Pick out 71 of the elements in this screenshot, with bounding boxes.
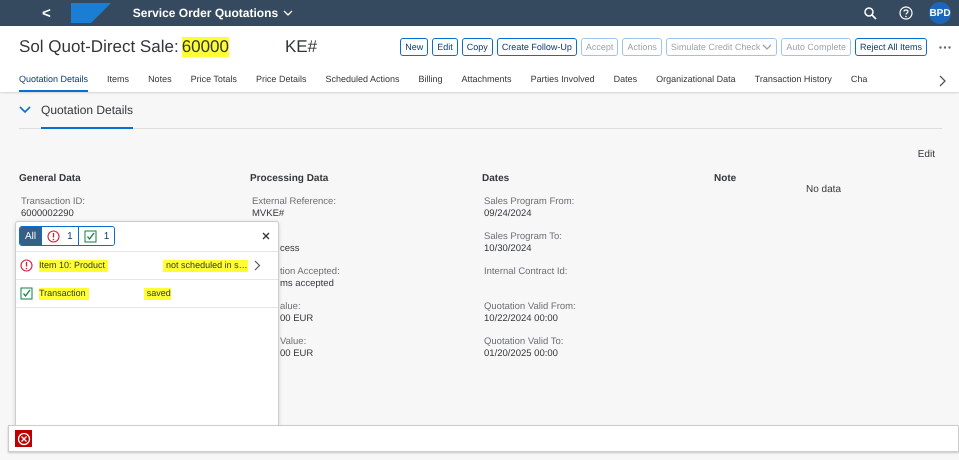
error-icon: [47, 230, 60, 242]
field-label: Value:: [280, 336, 308, 348]
field-value: 00 EUR: [280, 348, 314, 360]
field-value: 01/20/2025 00:00: [484, 348, 559, 360]
field-label: Quotation Valid To:: [484, 336, 564, 348]
no-data-text: No data: [805, 184, 842, 195]
tab[interactable]: Billing: [418, 68, 443, 92]
tab[interactable]: Quotation Details: [19, 68, 88, 92]
field-value: 10/30/2024: [484, 243, 533, 255]
field-label: alue:: [280, 301, 302, 313]
field-value: 09/24/2024: [484, 208, 533, 220]
toolbar-button[interactable]: Copy: [462, 38, 493, 56]
tab[interactable]: Dates: [614, 68, 638, 92]
transaction-id: 60000: [182, 37, 229, 57]
field-label: Sales Program From:: [484, 196, 576, 208]
field-label: Internal Contract Id:: [484, 266, 568, 278]
tab[interactable]: Parties Involved: [530, 68, 595, 92]
tab[interactable]: Notes: [148, 68, 172, 92]
edit-link[interactable]: Edit: [918, 149, 935, 161]
search-icon[interactable]: [864, 6, 877, 20]
field-label: Quotation Valid From:: [484, 301, 577, 313]
tab[interactable]: Organizational Data: [656, 68, 736, 92]
close-icon[interactable]: [262, 232, 270, 240]
message-text: not scheduled in s…: [166, 260, 248, 272]
field-label: External Reference:: [252, 196, 337, 208]
chevron-right-icon[interactable]: [939, 75, 947, 87]
message-text: saved: [146, 288, 171, 300]
more-icon[interactable]: [939, 46, 951, 48]
message-text: Transaction: [39, 288, 86, 300]
success-icon: [20, 287, 33, 300]
field-label: Sales Program To:: [484, 231, 563, 243]
column-heading: Note: [714, 173, 738, 184]
field-value: 00 EUR: [280, 313, 314, 325]
field-label: tion Accepted:: [280, 266, 341, 278]
toolbar-button[interactable]: Edit: [432, 38, 458, 56]
column-heading: Processing Data: [250, 173, 330, 184]
field-label: Transaction ID:: [21, 196, 86, 208]
column-heading: General Data: [19, 173, 82, 184]
success-icon: [84, 230, 97, 242]
collapse-icon[interactable]: [19, 106, 31, 114]
toolbar-button[interactable]: Create Follow-Up: [496, 38, 577, 56]
tab[interactable]: Price Totals: [190, 68, 237, 92]
chevron-right-icon[interactable]: [254, 260, 261, 271]
app-title-menu[interactable]: Service Order Quotations: [126, 5, 300, 21]
toolbar-button[interactable]: Reject All Items: [854, 38, 927, 56]
title-suffix: KE#: [284, 37, 318, 57]
user-avatar[interactable]: BPD: [929, 2, 951, 24]
error-icon: [20, 259, 33, 272]
caret-icon: [283, 10, 294, 16]
toolbar-button[interactable]: New: [400, 38, 428, 56]
field-value: 10/22/2024 00:00: [484, 313, 559, 325]
page-title: Sol Quot-Direct Sale:: [19, 37, 179, 57]
field-value: MVKE#: [252, 208, 286, 220]
tab[interactable]: Attachments: [462, 68, 512, 92]
column-heading: Dates: [482, 173, 510, 184]
filter-button[interactable]: All: [20, 227, 42, 245]
message-item[interactable]: Transaction saved: [16, 280, 278, 308]
tab[interactable]: Transaction History: [754, 68, 832, 92]
field-value: cess: [280, 243, 301, 255]
field-value: 6000002290: [21, 208, 75, 220]
tab[interactable]: Price Details: [256, 68, 306, 92]
tab[interactable]: Cha: [850, 68, 868, 92]
message-item[interactable]: Item 10: Product not scheduled in s…: [16, 252, 278, 280]
tab[interactable]: Items: [107, 68, 130, 92]
tab[interactable]: Scheduled Actions: [325, 68, 400, 92]
field-value: ms accepted: [280, 278, 335, 290]
help-icon[interactable]: [899, 6, 913, 20]
back-button[interactable]: <: [36, 4, 57, 22]
section-title[interactable]: Quotation Details: [41, 92, 134, 128]
message-text: Item 10: Product: [39, 260, 106, 272]
error-messages-button[interactable]: [15, 430, 32, 447]
